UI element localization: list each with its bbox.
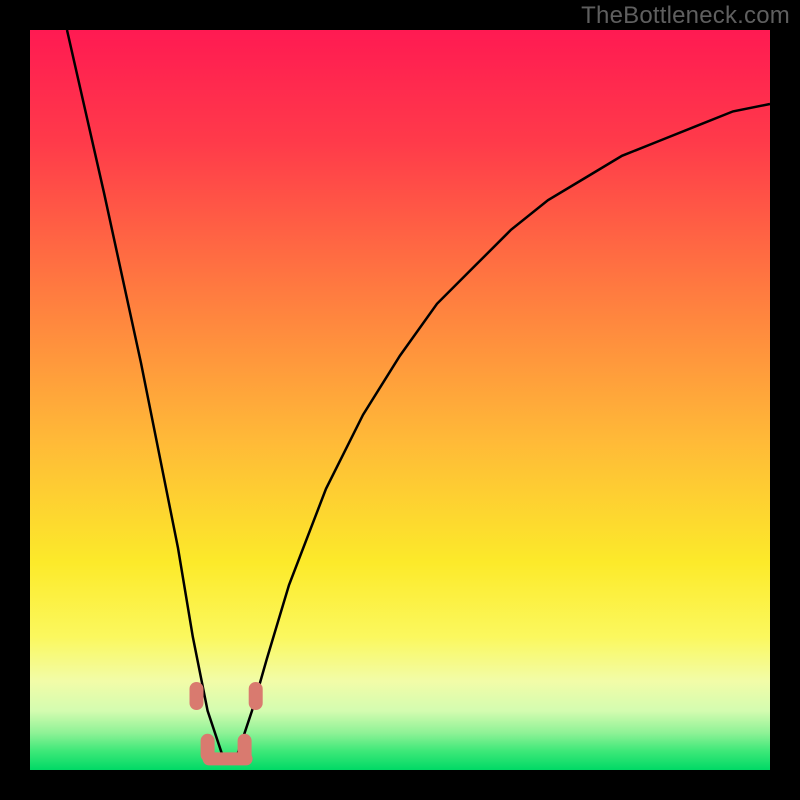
- watermark-text: TheBottleneck.com: [581, 2, 790, 30]
- chart-container: TheBottleneck.com: [0, 0, 800, 800]
- curve-marker: [201, 734, 215, 762]
- curve-marker: [249, 682, 263, 710]
- curve-marker: [190, 682, 204, 710]
- bottleneck-chart: [0, 0, 800, 800]
- curve-marker: [238, 734, 252, 762]
